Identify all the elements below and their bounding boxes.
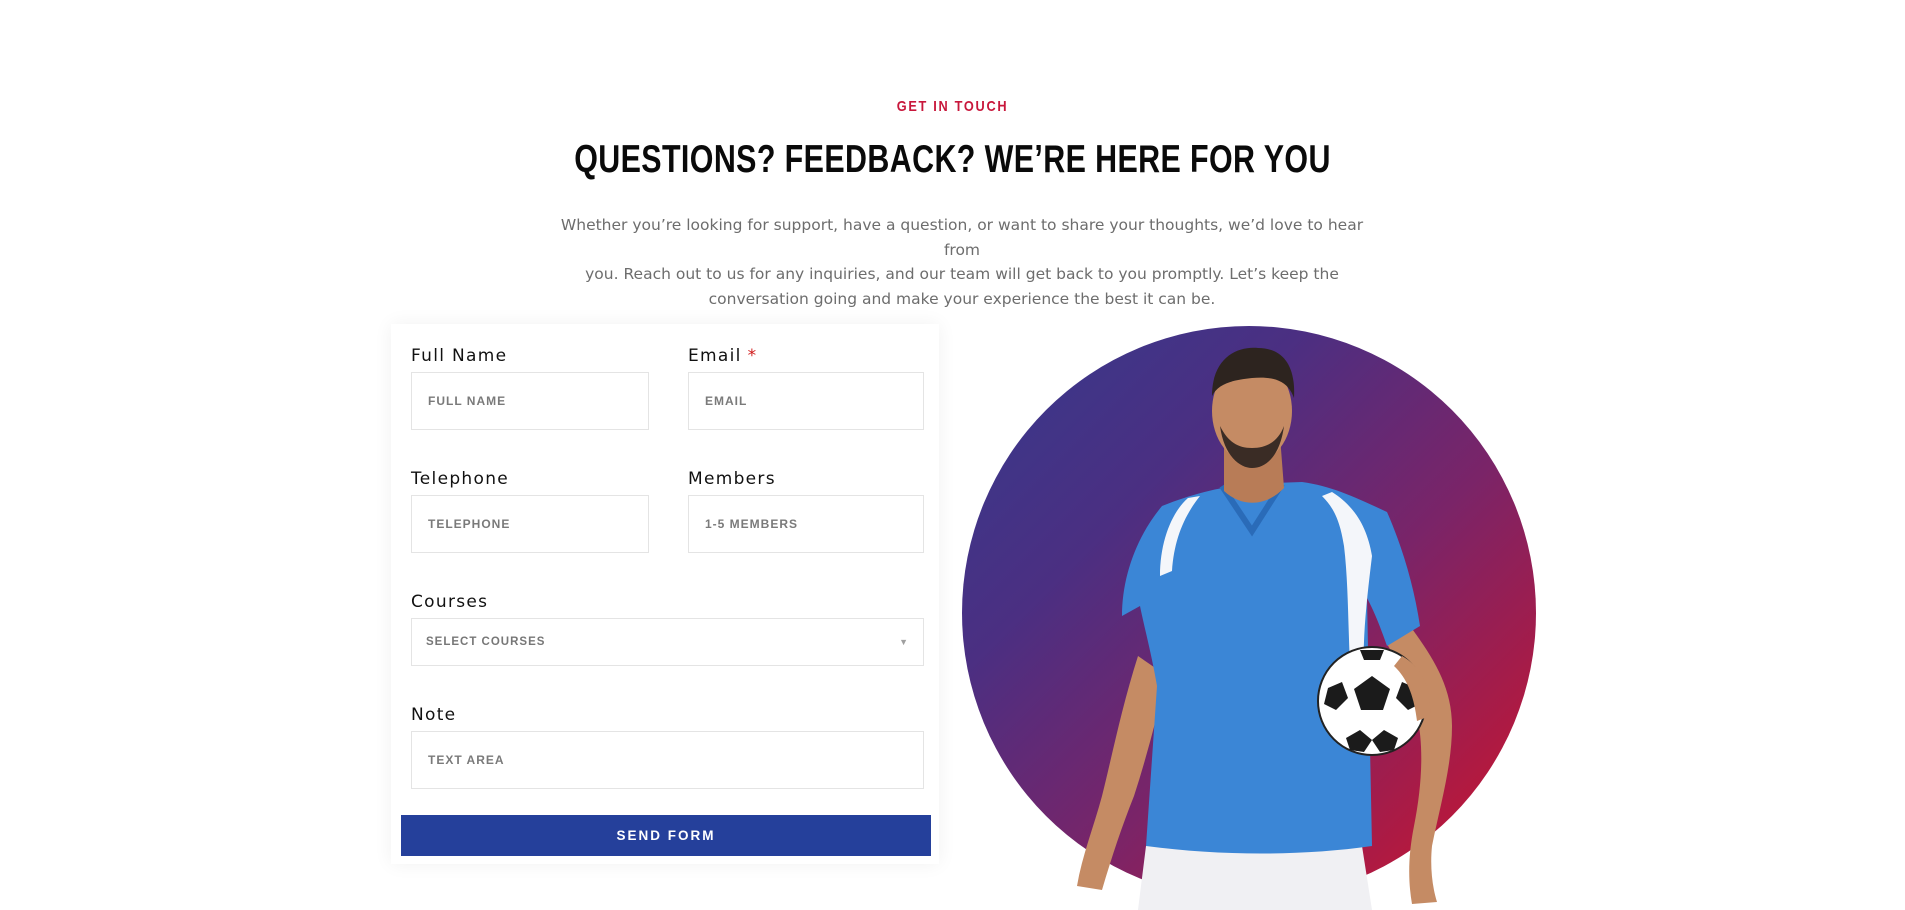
full-name-input[interactable] (411, 372, 649, 430)
note-field: Note (411, 703, 924, 789)
telephone-input[interactable] (411, 495, 649, 553)
courses-field: Courses SELECT COURSES ▼ (411, 590, 924, 666)
full-name-field: Full Name (411, 344, 649, 430)
contact-form: Full Name Email* Telephone Members Cours… (391, 324, 939, 864)
courses-label: Courses (411, 592, 489, 612)
full-name-label: Full Name (411, 346, 508, 366)
chevron-down-icon: ▼ (899, 637, 909, 647)
eyebrow-label: GET IN TOUCH (896, 98, 1009, 115)
intro-line: Whether you’re looking for support, have… (560, 216, 1364, 259)
hero-image (962, 326, 1536, 910)
email-input[interactable] (688, 372, 924, 430)
email-field: Email * (688, 344, 924, 430)
send-form-button[interactable]: SEND FORM (401, 815, 931, 856)
intro-line: you. Reach out to us for any inquiries, … (585, 265, 1339, 283)
email-label: Email * (688, 344, 924, 368)
email-label-text: Email (688, 346, 742, 366)
page-heading: QUESTIONS? FEEDBACK? WE’RE HERE FOR YOU (574, 138, 1331, 181)
telephone-field: Telephone (411, 467, 649, 553)
required-asterisk: * (747, 346, 758, 366)
members-field: Members (688, 467, 924, 553)
members-label: Members (688, 469, 776, 489)
courses-select[interactable]: SELECT COURSES ▼ (411, 618, 924, 666)
note-textarea[interactable] (411, 731, 924, 789)
note-label: Note (411, 705, 457, 725)
intro-line: conversation going and make your experie… (708, 289, 1216, 308)
telephone-label: Telephone (411, 469, 510, 489)
soccer-player-illustration (1077, 347, 1452, 910)
courses-selected-value: SELECT COURSES (426, 636, 546, 648)
members-input[interactable] (688, 495, 924, 553)
intro-text: Whether you’re looking for support, have… (552, 213, 1372, 311)
